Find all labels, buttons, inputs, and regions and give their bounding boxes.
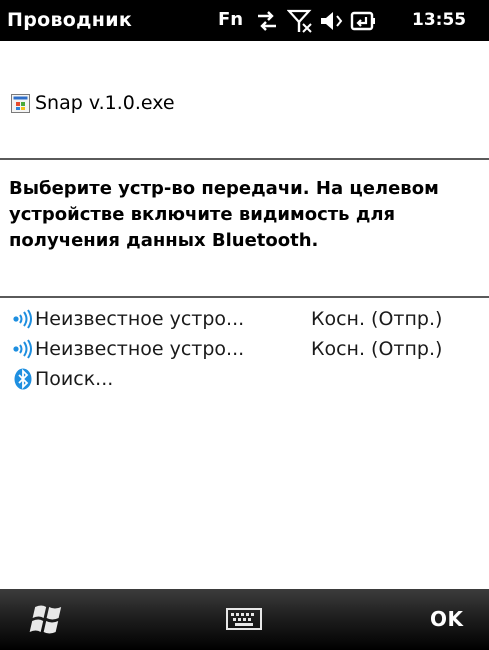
- no-signal-icon[interactable]: [287, 8, 313, 34]
- device-list: Неизвестное устро... Косн. (Отпр.) Неизв…: [0, 304, 489, 394]
- windows-start-icon[interactable]: [26, 601, 72, 639]
- fn-indicator: Fn: [218, 9, 244, 30]
- softkey-bar: OK: [0, 589, 489, 650]
- executable-file-icon: [11, 93, 30, 113]
- data-transfer-icon[interactable]: [254, 8, 280, 34]
- device-status: Косн. (Отпр.): [311, 308, 443, 330]
- status-bar: Проводник Fn 13:55: [0, 0, 489, 41]
- ok-button[interactable]: OK: [430, 607, 464, 631]
- device-name: Неизвестное устро...: [35, 338, 245, 360]
- search-label: Поиск...: [35, 368, 114, 390]
- beam-device-icon: [12, 308, 34, 330]
- device-name: Неизвестное устро...: [35, 308, 245, 330]
- divider: [0, 296, 489, 298]
- clock[interactable]: 13:55: [412, 10, 466, 30]
- file-name: Snap v.1.0.exe: [35, 92, 175, 114]
- device-status: Косн. (Отпр.): [311, 338, 443, 360]
- list-item[interactable]: Неизвестное устро... Косн. (Отпр.): [0, 304, 489, 334]
- search-item[interactable]: Поиск...: [0, 364, 489, 394]
- divider: [0, 158, 489, 160]
- battery-charging-icon[interactable]: [350, 8, 376, 34]
- keyboard-icon[interactable]: [226, 607, 262, 631]
- instruction-text: Выберите устр-во передачи. На целевом ус…: [9, 178, 439, 251]
- volume-icon[interactable]: [318, 8, 344, 34]
- bluetooth-icon: [12, 368, 34, 390]
- app-title: Проводник: [7, 9, 133, 31]
- list-item[interactable]: Неизвестное устро... Косн. (Отпр.): [0, 334, 489, 364]
- beam-device-icon: [12, 338, 34, 360]
- file-row: Snap v.1.0.exe: [11, 91, 175, 115]
